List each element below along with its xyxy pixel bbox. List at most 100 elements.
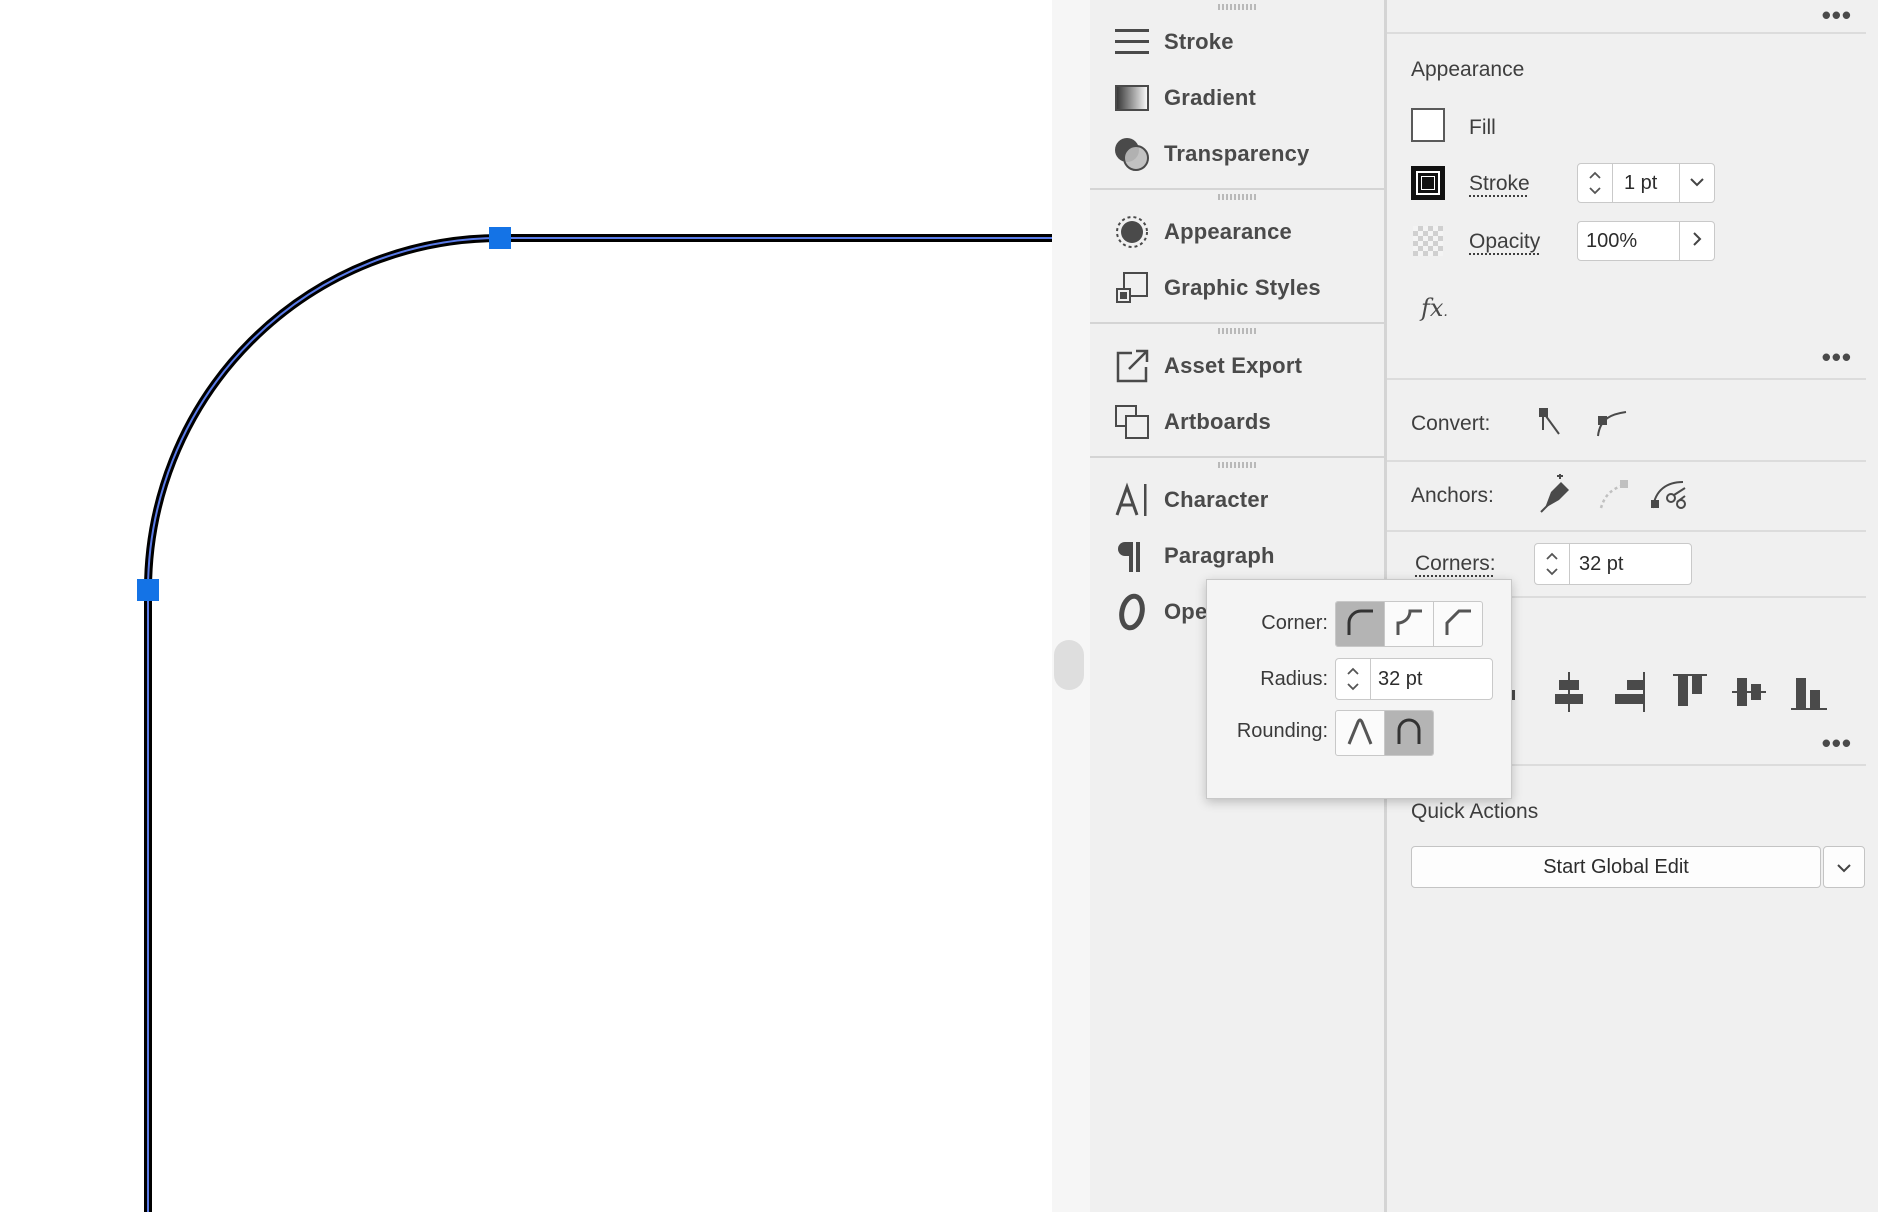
relative-rounding-icon <box>1345 716 1375 751</box>
corner-inverted-round-option[interactable] <box>1385 602 1434 646</box>
panel-item-label: Asset Export <box>1164 353 1303 378</box>
corners-radius-stepper[interactable] <box>1535 544 1570 584</box>
asset-export-icon <box>1112 346 1152 386</box>
stroke-label[interactable]: Stroke <box>1469 172 1530 196</box>
panel-item-artboards[interactable]: Artboards <box>1090 394 1384 450</box>
chevron-down-icon <box>1836 856 1852 879</box>
panel-item-label: Transparency <box>1164 141 1310 166</box>
artboard-canvas[interactable] <box>0 0 1052 1212</box>
align-vertical-top-icon[interactable] <box>1673 672 1707 717</box>
panel-item-label: Character <box>1164 487 1269 512</box>
anchor-point-top[interactable] <box>489 227 511 249</box>
align-horizontal-right-icon[interactable] <box>1613 672 1647 717</box>
corners-radius-value: 32 pt <box>1579 553 1624 575</box>
stroke-weight-field[interactable]: 1 pt <box>1577 163 1715 203</box>
align-vertical-bottom-icon[interactable] <box>1791 672 1827 717</box>
add-anchor-pen-icon[interactable] <box>1537 473 1575 519</box>
corner-radius-field[interactable]: 32 pt <box>1335 658 1493 700</box>
corner-round-option[interactable] <box>1336 602 1385 646</box>
divider <box>1387 378 1866 380</box>
corner-type-segmented-control <box>1335 601 1483 647</box>
rounding-type-segmented-control <box>1335 710 1434 756</box>
rounding-absolute-option[interactable] <box>1385 711 1433 755</box>
more-options-icon[interactable]: ••• <box>1822 344 1852 370</box>
appearance-icon <box>1112 212 1152 252</box>
corner-options-popup: Corner: Radius: 32 pt Rounding: <box>1206 579 1512 799</box>
fill-label: Fill <box>1469 116 1496 139</box>
anchors-label: Anchors: <box>1411 484 1494 507</box>
panel-item-label: Paragraph <box>1164 543 1275 568</box>
rounded-corner-path[interactable] <box>0 0 1052 1212</box>
align-horizontal-center-icon[interactable] <box>1553 672 1585 717</box>
panel-collapse-handle[interactable] <box>1054 640 1084 690</box>
opacity-field[interactable]: 100% <box>1577 221 1715 261</box>
rounding-relative-option[interactable] <box>1336 711 1385 755</box>
character-icon <box>1112 480 1152 520</box>
more-options-icon[interactable]: ••• <box>1822 730 1852 756</box>
radius-label: Radius: <box>1260 668 1328 690</box>
opacity-value: 100% <box>1586 230 1638 252</box>
divider <box>1387 460 1866 462</box>
panel-item-graphic-styles[interactable]: Graphic Styles <box>1090 260 1384 316</box>
opacity-swatch[interactable] <box>1413 226 1443 256</box>
cut-path-scissors-icon[interactable] <box>1649 474 1689 517</box>
group-grip[interactable] <box>1090 324 1384 338</box>
corner-label: Corner: <box>1261 612 1328 634</box>
convert-smooth-icon[interactable] <box>1592 404 1628 445</box>
remove-anchor-icon <box>1595 476 1631 517</box>
panel-group-2: Appearance Graphic Styles <box>1090 190 1384 324</box>
panel-item-label: Ope <box>1164 599 1208 624</box>
stroke-swatch[interactable] <box>1411 166 1445 200</box>
chevron-right-icon <box>1692 231 1702 252</box>
stroke-weight-value: 1 pt <box>1624 172 1658 194</box>
group-grip[interactable] <box>1090 0 1384 14</box>
opacity-slider-toggle[interactable] <box>1679 222 1714 260</box>
divider <box>1387 32 1866 34</box>
round-corner-icon <box>1345 607 1375 642</box>
global-edit-options-dropdown[interactable] <box>1823 846 1865 888</box>
align-vertical-center-icon[interactable] <box>1732 672 1766 717</box>
panel-item-gradient[interactable]: Gradient <box>1090 70 1384 126</box>
paragraph-icon <box>1112 536 1152 576</box>
stroke-weight-stepper[interactable] <box>1578 164 1613 202</box>
corner-radius-value: 32 pt <box>1378 668 1423 690</box>
fx-icon: fx <box>1421 294 1444 322</box>
panel-item-stroke[interactable]: Stroke <box>1090 14 1384 70</box>
graphic-styles-icon <box>1112 268 1152 308</box>
panel-item-character[interactable]: Character <box>1090 472 1384 528</box>
fill-swatch[interactable] <box>1411 108 1445 142</box>
panel-item-paragraph[interactable]: Paragraph <box>1090 528 1384 584</box>
convert-corner-icon[interactable] <box>1537 404 1571 445</box>
stroke-weight-dropdown[interactable] <box>1679 164 1714 202</box>
opacity-label[interactable]: Opacity <box>1469 230 1540 254</box>
more-options-icon[interactable]: ••• <box>1822 2 1852 28</box>
rounding-label: Rounding: <box>1236 720 1328 742</box>
transparency-icon <box>1112 134 1152 174</box>
group-grip[interactable] <box>1090 458 1384 472</box>
group-grip[interactable] <box>1090 190 1384 204</box>
corner-radius-stepper[interactable] <box>1336 659 1371 699</box>
panel-group-1: Stroke Gradient Transparency <box>1090 0 1384 190</box>
gradient-icon <box>1112 78 1152 118</box>
panel-item-label: Appearance <box>1164 219 1292 244</box>
chamfer-corner-icon <box>1443 607 1473 642</box>
chevron-down-icon <box>1689 174 1705 192</box>
convert-label: Convert: <box>1411 412 1491 435</box>
stroke-icon <box>1112 22 1152 62</box>
panel-item-asset-export[interactable]: Asset Export <box>1090 338 1384 394</box>
fx-effects-button[interactable]: fx. <box>1421 294 1448 322</box>
panel-item-label: Stroke <box>1164 29 1234 54</box>
corner-chamfer-option[interactable] <box>1434 602 1482 646</box>
panel-item-transparency[interactable]: Transparency <box>1090 126 1384 182</box>
start-global-edit-button[interactable]: Start Global Edit <box>1411 846 1821 888</box>
quick-actions-title: Quick Actions <box>1411 800 1539 823</box>
anchor-point-left[interactable] <box>137 579 159 601</box>
artboards-icon <box>1112 402 1152 442</box>
corners-radius-field[interactable]: 32 pt <box>1534 543 1692 585</box>
corners-label[interactable]: Corners: <box>1415 552 1496 576</box>
panel-item-label: Graphic Styles <box>1164 275 1321 300</box>
panel-item-appearance[interactable]: Appearance <box>1090 204 1384 260</box>
panel-item-label: Gradient <box>1164 85 1257 110</box>
absolute-rounding-icon <box>1394 716 1424 751</box>
divider <box>1387 530 1866 532</box>
